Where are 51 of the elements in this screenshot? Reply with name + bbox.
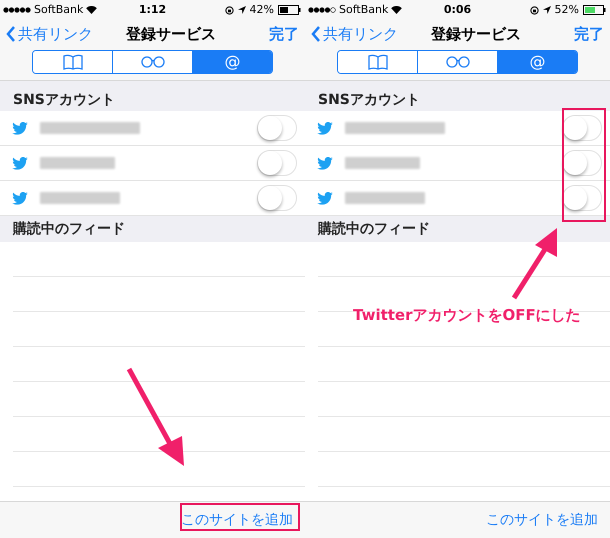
- book-icon: [368, 54, 388, 70]
- segment-tab[interactable]: @: [498, 51, 577, 73]
- bird-icon: [317, 156, 333, 170]
- glasses-icon: [140, 56, 166, 68]
- toggle-switch[interactable]: [257, 115, 297, 141]
- back-chevron-icon: [311, 26, 321, 42]
- rotation-lock-icon: [530, 6, 539, 14]
- segment-tab[interactable]: [418, 51, 498, 73]
- bird-icon: [317, 122, 333, 134]
- nav-title: 登録サービス: [431, 24, 521, 45]
- toggle-switch[interactable]: [562, 150, 602, 176]
- segment-tab[interactable]: @: [193, 51, 272, 73]
- toggle-switch[interactable]: [257, 185, 297, 211]
- toggle-switch[interactable]: [562, 115, 602, 141]
- location-icon: [542, 6, 551, 14]
- nav-title: 登録サービス: [126, 24, 216, 45]
- back-button[interactable]: 共有リンク: [6, 22, 93, 46]
- wifi-icon: [391, 6, 402, 14]
- done-button[interactable]: 完了: [574, 22, 604, 46]
- bird-icon: [12, 122, 28, 134]
- back-button[interactable]: 共有リンク: [311, 22, 398, 46]
- bird-icon: [12, 156, 28, 170]
- toggle-switch[interactable]: [562, 185, 602, 211]
- rotation-lock-icon: [224, 6, 234, 14]
- segment-tab[interactable]: [113, 51, 193, 73]
- section-header: SNSアカウント: [13, 90, 115, 110]
- section-header: SNSアカウント: [318, 90, 420, 110]
- done-button[interactable]: 完了: [269, 22, 299, 46]
- battery-percent: 52%: [554, 2, 579, 18]
- book-icon: [62, 54, 82, 70]
- back-chevron-icon: [6, 26, 16, 42]
- toggle-switch[interactable]: [257, 150, 297, 176]
- signal-icon: [308, 7, 336, 13]
- bird-icon: [317, 192, 333, 204]
- status-time: 1:12: [138, 2, 166, 18]
- wifi-icon: [86, 6, 98, 14]
- carrier-name: SoftBank: [339, 2, 388, 18]
- battery-icon: [583, 5, 607, 15]
- status-time: 0:06: [444, 2, 472, 18]
- segment-tab[interactable]: [338, 51, 418, 73]
- annotation-caption: TwitterアカウントをOFFにした: [353, 305, 581, 326]
- location-icon: [238, 6, 246, 14]
- section-header: 購読中のフィード: [318, 220, 430, 238]
- battery-percent: 42%: [250, 2, 274, 18]
- glasses-icon: [444, 56, 470, 68]
- battery-icon: [278, 5, 302, 15]
- segment-tab[interactable]: [33, 51, 113, 73]
- carrier-name: SoftBank: [34, 2, 84, 18]
- signal-icon: [3, 7, 31, 13]
- section-header: 購読中のフィード: [13, 220, 125, 238]
- bird-icon: [12, 192, 28, 204]
